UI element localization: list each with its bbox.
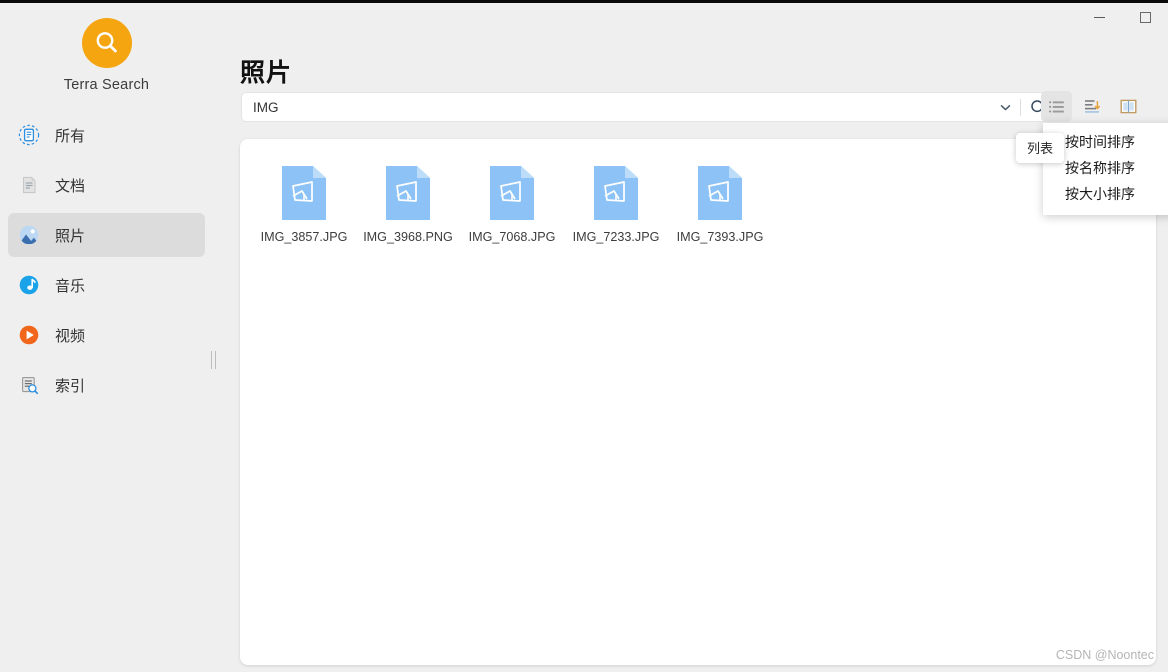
sidebar-item-all[interactable]: 所有: [8, 113, 205, 157]
file-name: IMG_7233.JPG: [572, 230, 660, 244]
app-window: Terra Search 所有 文档 照片 音乐 视频 索引 照片 IMG IM…: [0, 0, 1168, 672]
sort-desc-icon: [1085, 100, 1101, 113]
brand-block: Terra Search: [0, 6, 213, 93]
image-file-icon: [594, 166, 638, 220]
columns-icon: [1120, 99, 1137, 114]
image-file-icon: [282, 166, 326, 220]
list-view-button[interactable]: [1041, 91, 1072, 122]
file-item[interactable]: IMG_3857.JPG: [252, 159, 356, 245]
file-item[interactable]: IMG_7233.JPG: [564, 159, 668, 245]
file-name: IMG_3857.JPG: [260, 230, 348, 244]
image-file-icon: [698, 166, 742, 220]
sidebar-item-label: 照片: [55, 227, 86, 245]
maximize-button[interactable]: [1122, 3, 1168, 31]
image-file-icon: [386, 166, 430, 220]
photo-icon: [17, 223, 41, 247]
sidebar-item-music[interactable]: 音乐: [8, 263, 205, 307]
list-view-tooltip: 列表: [1016, 133, 1065, 163]
all-files-icon: [17, 123, 41, 147]
file-name: IMG_7393.JPG: [676, 230, 764, 244]
file-name: IMG_7068.JPG: [468, 230, 556, 244]
split-view-button[interactable]: [1113, 91, 1144, 122]
maximize-icon: [1139, 11, 1151, 23]
sidebar: Terra Search 所有 文档 照片 音乐 视频 索引: [0, 6, 216, 672]
minimize-icon: [1093, 16, 1105, 18]
page-title: 照片: [240, 59, 293, 87]
document-icon: [17, 173, 41, 197]
sidebar-item-label: 索引: [55, 377, 86, 395]
sidebar-item-video[interactable]: 视频: [8, 313, 205, 357]
menu-item-sort-by-size[interactable]: 按大小排序: [1043, 181, 1168, 207]
index-icon: [17, 373, 41, 397]
watermark: CSDN @Noontec: [1055, 648, 1154, 662]
search-bar: [241, 92, 1056, 122]
app-logo: [81, 18, 132, 68]
sidebar-item-label: 视频: [55, 327, 86, 345]
sidebar-item-index[interactable]: 索引: [8, 363, 205, 407]
sidebar-item-label: 音乐: [55, 277, 86, 295]
file-item[interactable]: IMG_3968.PNG: [356, 159, 460, 245]
video-icon: [17, 323, 41, 347]
list-icon: [1048, 100, 1064, 112]
file-name: IMG_3968.PNG: [363, 230, 453, 244]
sidebar-item-label: 文档: [55, 177, 86, 195]
results-card: IMG_3857.JPG IMG_3968.PNG IMG_7068.JPG I…: [240, 139, 1156, 665]
sidebar-item-documents[interactable]: 文档: [8, 163, 205, 207]
brand-name: Terra Search: [63, 77, 150, 93]
sidebar-item-label: 所有: [55, 127, 86, 145]
chevron-down-icon[interactable]: [990, 92, 1020, 122]
image-file-icon: [490, 166, 534, 220]
sidebar-item-photos[interactable]: 照片: [8, 213, 205, 257]
sidebar-nav: 所有 文档 照片 音乐 视频 索引: [0, 113, 213, 407]
search-circle-icon: [96, 32, 117, 53]
search-input[interactable]: [242, 94, 990, 120]
search-box[interactable]: [241, 92, 1056, 122]
file-item[interactable]: IMG_7068.JPG: [460, 159, 564, 245]
main-panel: 照片 IMG IMG_3857.JPG IMG_3968.PNG IMG_706…: [213, 31, 1168, 672]
view-toolbar: [1041, 91, 1144, 122]
music-icon: [17, 273, 41, 297]
minimize-button[interactable]: [1076, 3, 1122, 31]
file-item[interactable]: IMG_7393.JPG: [668, 159, 772, 245]
sort-button[interactable]: [1077, 91, 1108, 122]
